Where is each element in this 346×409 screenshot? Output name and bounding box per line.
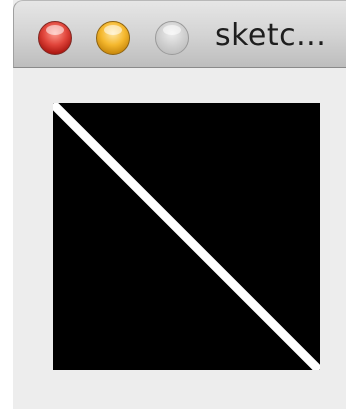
sketch-canvas[interactable] xyxy=(53,103,320,370)
window-title: sketc... xyxy=(215,18,327,53)
close-button[interactable] xyxy=(38,21,72,55)
minimize-button[interactable] xyxy=(96,21,130,55)
zoom-button xyxy=(155,21,189,55)
title-bar[interactable]: sketc... xyxy=(13,0,346,68)
sketch-window: sketc... xyxy=(0,0,346,409)
